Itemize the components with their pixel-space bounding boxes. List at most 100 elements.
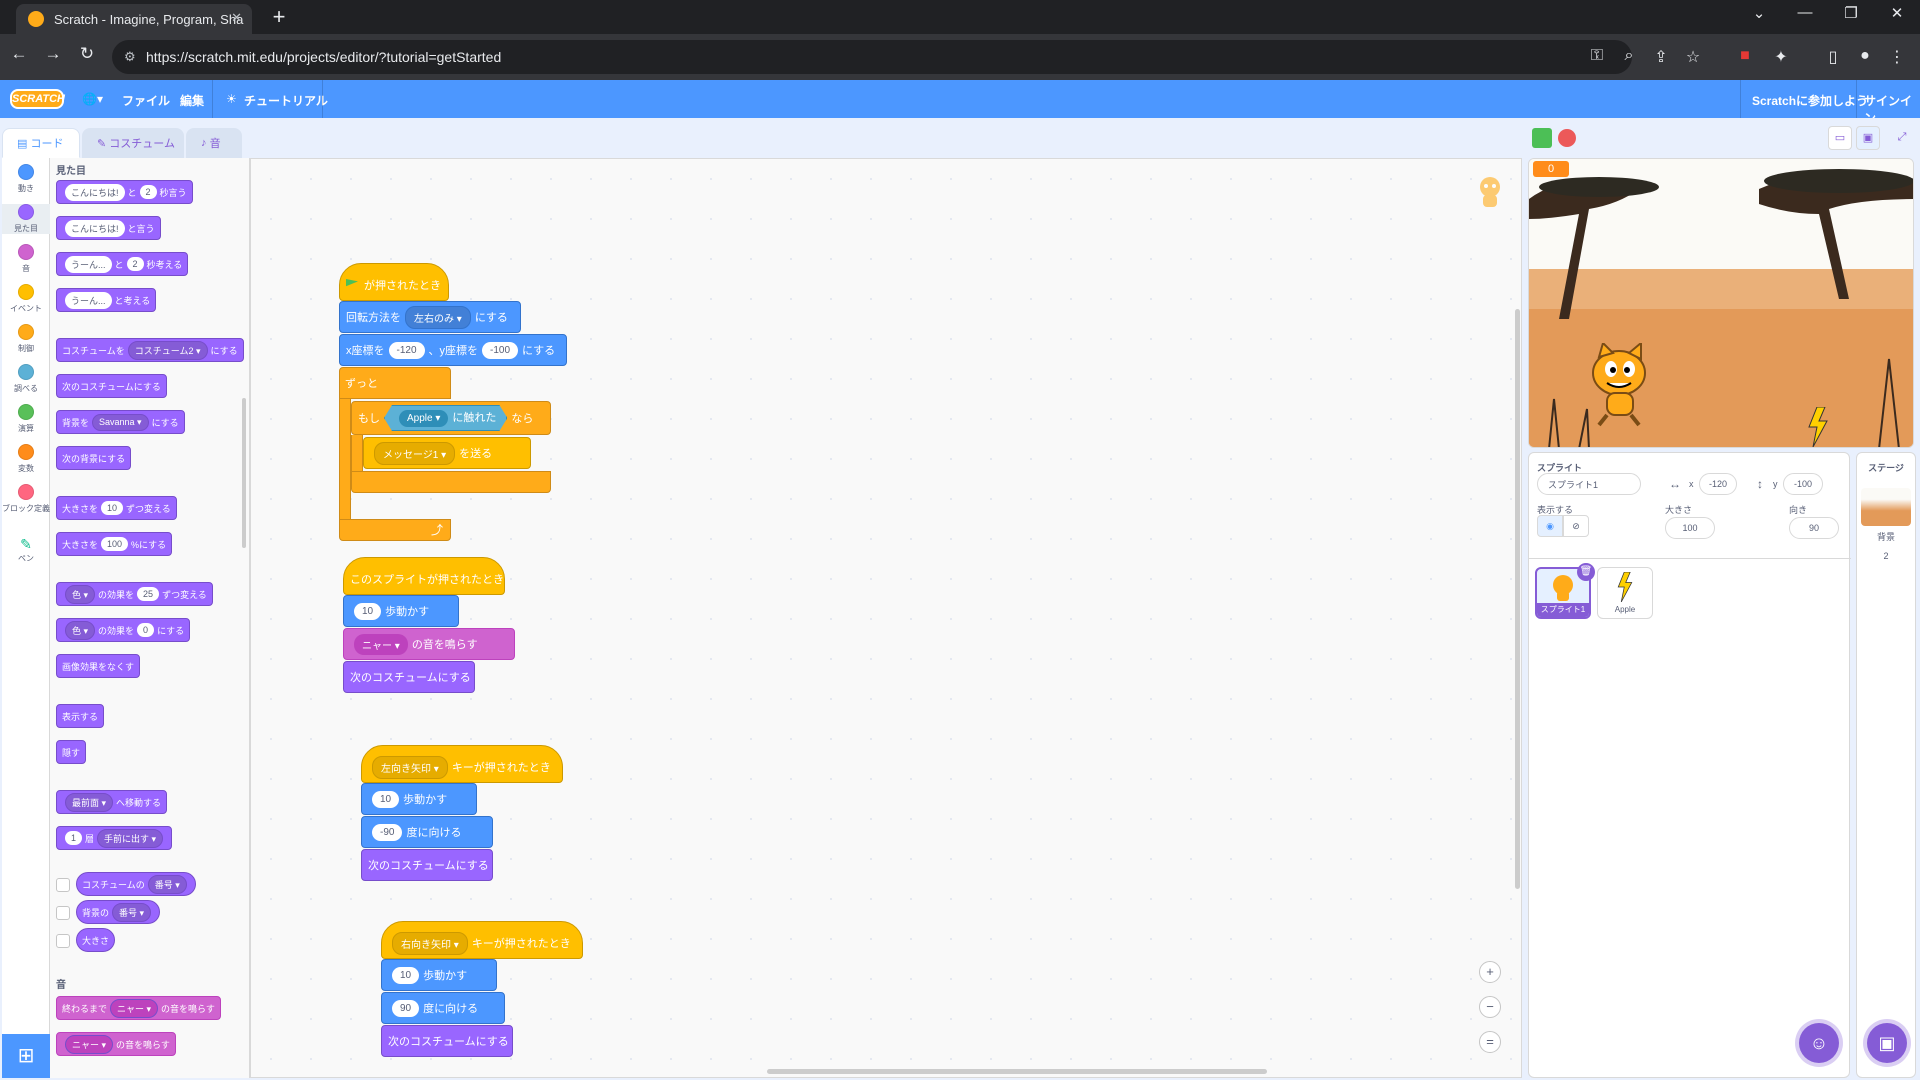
block-dropdown[interactable]: 番号 ▾ [112,902,152,922]
steps-input[interactable]: 10 [392,966,420,984]
point-in-direction-block[interactable]: -90 度に向ける [361,816,493,848]
block-input[interactable]: こんにちは! [65,219,125,237]
category-myblocks[interactable]: ブロック定義 [2,484,50,514]
block-input[interactable]: うーん... [65,291,112,309]
when-sprite-clicked-block[interactable]: このスプライトが押されたとき [343,557,505,595]
sound-dropdown[interactable]: ニャー ▾ [354,633,408,655]
block-input[interactable]: 25 [137,587,160,601]
block-input[interactable]: こんにちは! [65,183,125,201]
side-panel-icon[interactable]: ▯ [1822,47,1844,67]
profile-avatar[interactable]: ● [1854,47,1876,65]
start-sound-block[interactable]: ニャー ▾ の音を鳴らす [343,628,515,660]
language-globe-icon[interactable]: 🌐▾ [82,92,103,106]
url-field[interactable]: ⚙ https://scratch.mit.edu/projects/edito… [112,40,1632,74]
script-area[interactable]: が押されたとき 回転方法を 左右のみ ▾ にする x座標を -120 、y座標を -100… [250,158,1522,1078]
palette-block-next-costume[interactable]: 次のコスチュームにする [56,374,167,398]
sprite-thumb-sprite1[interactable]: スプライト1 🗑 [1535,563,1595,619]
small-stage-button[interactable]: ▭ [1828,126,1852,150]
minimize-button[interactable]: — [1790,4,1820,21]
key-dropdown[interactable]: 左向き矢印 ▾ [372,755,448,779]
palette-block-play-sound-until-done[interactable]: 終わるまで ニャー ▾ の音を鳴らす [56,996,221,1020]
delete-sprite-icon[interactable]: 🗑 [1577,563,1595,581]
block-dropdown[interactable]: ニャー ▾ [65,1034,114,1054]
costume-number-checkbox[interactable] [56,878,70,892]
share-icon[interactable]: ⇪ [1650,47,1672,67]
vertical-scrollbar[interactable] [1515,309,1520,889]
category-sound[interactable]: 音 [2,244,50,274]
when-left-arrow-pressed-block[interactable]: 左向き矢印 ▾ キーが押されたとき [361,745,563,783]
set-rotation-style-block[interactable]: 回転方法を 左右のみ ▾ にする [339,301,521,333]
steps-input[interactable]: 10 [354,602,382,620]
block-dropdown[interactable]: 手前に出す ▾ [97,828,164,848]
when-flag-clicked-block[interactable]: が押されたとき [339,263,449,301]
choose-sprite-button[interactable]: ☺ [1799,1023,1839,1063]
palette-block-next-backdrop[interactable]: 次の背景にする [56,446,132,470]
stage-panel[interactable]: ステージ 背景 2 ▣ [1856,452,1916,1078]
when-right-arrow-pressed-block[interactable]: 右向き矢印 ▾ キーが押されたとき [381,921,583,959]
pdf-extension-icon[interactable]: ■ [1734,47,1756,65]
maximize-button[interactable]: ❐ [1836,4,1866,22]
back-icon[interactable]: ← [6,44,32,64]
next-costume-block[interactable]: 次のコスチュームにする [361,849,493,881]
palette-block-start-sound[interactable]: ニャー ▾ の音を鳴らす [56,1032,176,1056]
block-dropdown[interactable]: Savanna ▾ [92,413,149,431]
palette-block-say-for-secs[interactable]: こんにちは! と 2 秒言う [56,180,193,204]
broadcast-block[interactable]: メッセージ1 ▾ を送る [363,437,531,469]
key-dropdown[interactable]: 右向き矢印 ▾ [392,931,468,955]
palette-scrollbar[interactable] [242,398,246,548]
move-steps-block[interactable]: 10 歩動かす [381,959,497,991]
block-input[interactable]: 100 [101,537,129,551]
block-input[interactable]: 2 [126,257,144,271]
choose-backdrop-button[interactable]: ▣ [1867,1023,1907,1063]
go-to-xy-block[interactable]: x座標を -120 、y座標を -100 にする [339,334,567,366]
zoom-icon[interactable]: ⌕ [1618,47,1640,65]
tab-code[interactable]: ▤ コード [2,128,80,158]
palette-block-set-size[interactable]: 大きさを 100 %にする [56,532,173,556]
site-info-icon[interactable]: ⚙ [124,49,136,65]
size-checkbox[interactable] [56,934,70,948]
chrome-menu-icon[interactable]: ⋮ [1886,47,1908,67]
y-input[interactable]: -100 [482,341,519,359]
close-window-button[interactable]: ✕ [1882,4,1912,22]
category-variables[interactable]: 変数 [2,444,50,474]
join-scratch-link[interactable]: Scratchに参加しよう [1752,92,1868,109]
palette-reporter-costume[interactable]: コスチュームの 番号 ▾ [76,872,196,896]
palette-block-change-effect[interactable]: 色 ▾ の効果を 25 ずつ変える [56,582,213,606]
edit-menu[interactable]: 編集 [180,92,204,109]
palette-block-switch-backdrop[interactable]: 背景を Savanna ▾ にする [56,410,185,434]
close-tab-icon[interactable]: ✕ [231,10,242,26]
normal-stage-button[interactable]: ▣ [1856,126,1880,150]
block-input[interactable]: 2 [139,185,157,199]
direction-input[interactable]: -90 [372,823,403,841]
x-field[interactable]: -120 [1699,473,1737,495]
direction-input[interactable]: 90 [392,999,420,1017]
horizontal-scrollbar[interactable] [767,1069,1267,1074]
palette-block-set-effect[interactable]: 色 ▾ の効果を 0 にする [56,618,191,642]
block-dropdown[interactable]: 番号 ▾ [147,874,187,894]
steps-input[interactable]: 10 [372,790,400,808]
block-input[interactable]: 10 [101,501,124,515]
file-menu[interactable]: ファイル [122,92,170,109]
category-motion[interactable]: 動き [2,164,50,194]
palette-reporter-size[interactable]: 大きさ [76,928,116,952]
zoom-reset-button[interactable]: = [1479,1031,1501,1053]
block-input[interactable]: 0 [137,623,155,637]
palette-block-say[interactable]: こんにちは! と言う [56,216,161,240]
size-field[interactable]: 100 [1665,517,1715,539]
palette-block-show[interactable]: 表示する [56,704,105,728]
palette-block-think[interactable]: うーん... と考える [56,288,157,312]
palette-block-go-to-layer[interactable]: 最前面 ▾ へ移動する [56,790,168,814]
stop-button[interactable] [1558,129,1576,147]
forward-icon[interactable]: → [40,44,66,64]
show-visible-button[interactable]: ◉ [1537,515,1563,537]
category-operators[interactable]: 演算 [2,404,50,434]
stage-canvas[interactable]: 0 [1528,158,1914,448]
block-dropdown[interactable]: 色 ▾ [65,620,96,640]
category-control[interactable]: 制御 [2,324,50,354]
sprite-name-field[interactable]: スプライト1 [1537,473,1641,495]
palette-block-hide[interactable]: 隠す [56,740,87,764]
block-dropdown[interactable]: コスチューム2 ▾ [127,340,208,360]
touching-condition[interactable]: Apple ▾ に触れた [384,405,507,431]
new-tab-button[interactable]: + [266,5,292,31]
tab-search-icon[interactable]: ⌄ [1744,4,1774,22]
